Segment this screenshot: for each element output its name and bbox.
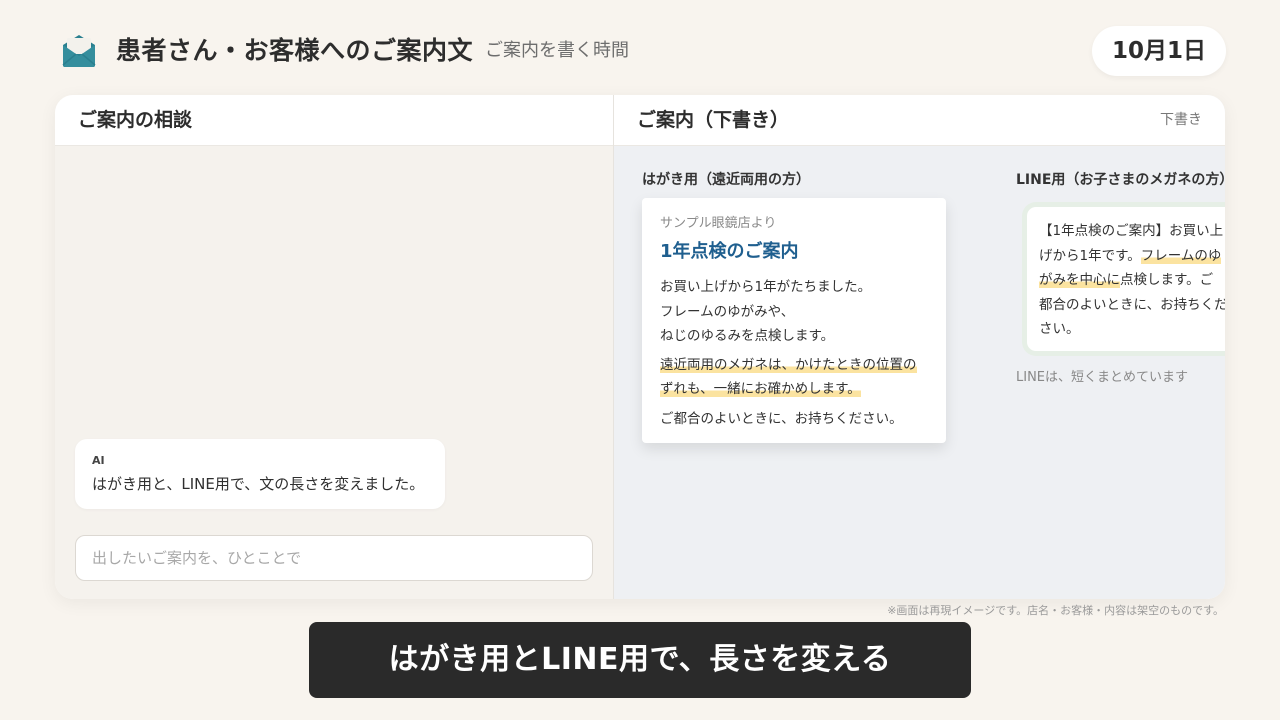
line-message-line: がみを中心に点検します。ご [1039,272,1214,288]
postcard-line: フレームのゆがみや、 [660,303,795,320]
consultation-panel-title: ご案内の相談 [78,109,193,131]
line-message-draft[interactable]: 【1年点検のご案内】お買い上 げから1年です。フレームのゆ がみを中心に点検しま… [1027,207,1225,351]
line-note: LINEは、短くまとめています [1016,370,1189,385]
line-message-text: 【1年点検のご案内】お買い上 げから1年です。フレームのゆ がみを中心に点検しま… [1039,219,1225,342]
caption-subtitle: はがき用とLINE用で、長さを変える [309,622,971,698]
line-column-label: LINE用（お子さまのメガネの方） [1016,172,1225,188]
draft-panel-header: ご案内（下書き） 下書き [614,95,1225,146]
line-message-line: 【1年点検のご案内】お買い上 [1039,223,1224,239]
disclaimer: ※画面は再現イメージです。店名・お客様・内容は架空のものです。 [887,604,1224,617]
ai-message-text: はがき用と、LINE用で、文の長さを変えました。 [92,475,425,493]
postcard-highlight-line: 遠近両用のメガネは、かけたときの位置の [660,356,917,373]
postcard-line: お買い上げから1年がたちました。 [660,279,872,295]
draft-panel: ご案内（下書き） 下書き はがき用（遠近両用の方） サンプル眼鏡店より 1年点検… [614,95,1225,599]
main-card: ご案内の相談 AI はがき用と、LINE用で、文の長さを変えました。 ご案内（下… [55,95,1225,599]
postcard-highlight-line: ずれも、一緒にお確かめします。 [660,381,861,397]
line-highlight: がみを中心に [1039,272,1120,288]
draft-panel-title: ご案内（下書き） [637,109,790,131]
draft-status-badge: 下書き [1160,112,1202,128]
line-message-line: 都合のよいときに、お持ちくだ [1039,296,1225,313]
ai-sender-label: AI [92,454,105,467]
postcard-column-label: はがき用（遠近両用の方） [642,172,810,188]
envelope-icon [60,34,98,68]
postcard-title: 1年点検のご案内 [660,241,799,262]
app-title: 患者さん・お客様へのご案内文 [116,36,474,65]
consultation-panel: ご案内の相談 AI はがき用と、LINE用で、文の長さを変えました。 [55,95,613,599]
line-highlight: フレームのゆ [1140,247,1222,264]
date-badge: 10月1日 [1092,26,1226,76]
postcard-closing: ご都合のよいときに、お持ちください。 [660,410,903,427]
chat-input[interactable] [75,535,593,581]
postcard-line: ねじのゆるみを点検します。 [660,328,835,344]
app-subtitle: ご案内を書く時間 [485,40,629,61]
postcard-draft[interactable]: サンプル眼鏡店より 1年点検のご案内 お買い上げから1年がたちました。 フレーム… [642,198,946,443]
line-message-line: さい。 [1039,321,1080,337]
postcard-highlight: 遠近両用のメガネは、かけたときの位置の ずれも、一緒にお確かめします。 [660,353,940,402]
postcard-sender: サンプル眼鏡店より [660,216,777,231]
consultation-panel-header: ご案内の相談 [55,95,613,146]
line-message-line: げから1年です。フレームのゆ [1039,247,1222,264]
postcard-body: お買い上げから1年がたちました。 フレームのゆがみや、 ねじのゆるみを点検します… [660,275,940,431]
ai-message-bubble: AI はがき用と、LINE用で、文の長さを変えました。 [75,439,445,509]
